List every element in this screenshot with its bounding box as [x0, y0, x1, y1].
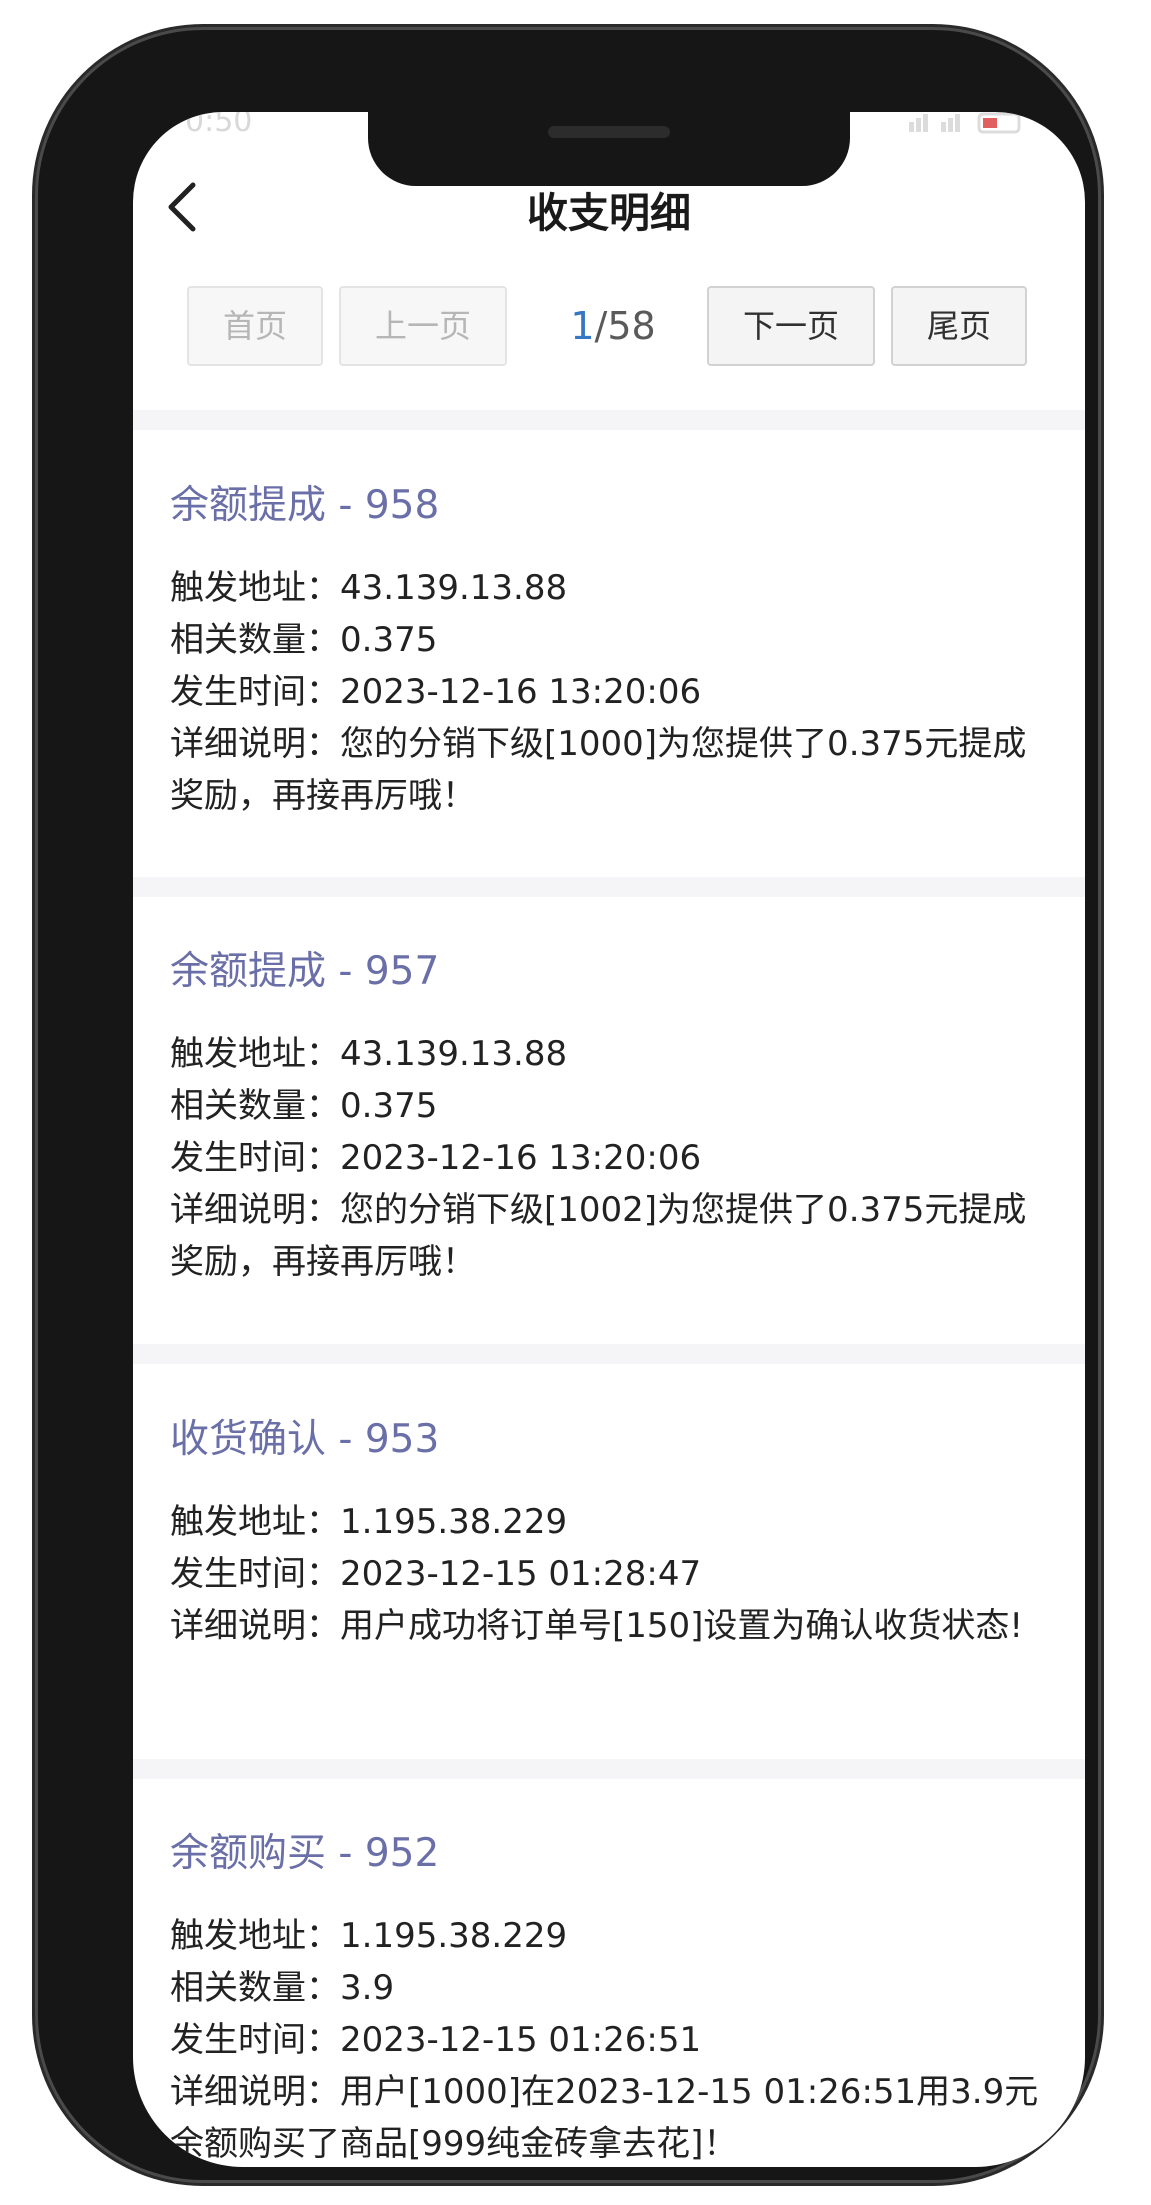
time-label: 发生时间： — [170, 672, 340, 712]
speaker — [548, 126, 670, 138]
first-page-button[interactable]: 首页 — [187, 286, 323, 366]
time-label: 发生时间： — [170, 1138, 340, 1178]
record-title: 余额购买 - 952 — [170, 1831, 440, 1876]
record-title: 余额提成 - 958 — [170, 483, 440, 528]
record-time: 发生时间：2023-12-15 01:26:51 — [170, 2014, 1050, 2066]
detail-label: 详细说明： — [170, 2072, 340, 2112]
page-title: 收支明细 — [527, 189, 691, 237]
record-amount: 相关数量：0.375 — [170, 614, 1050, 666]
address-value: 1.195.38.229 — [340, 1502, 568, 1542]
page-indicator: 1/58 — [553, 286, 673, 366]
phone-frame: 0:50 收支明细 首页 上一页 1/58 下一页 尾页 余额提成 - 958 … — [38, 30, 1098, 2180]
list-item[interactable]: 余额购买 - 952 触发地址：1.195.38.229 相关数量：3.9 发生… — [133, 1822, 1085, 2164]
record-time: 发生时间：2023-12-16 13:20:06 — [170, 1132, 1050, 1184]
detail-label: 详细说明： — [170, 724, 340, 764]
address-value: 1.195.38.229 — [340, 1916, 568, 1956]
list-item[interactable]: 余额提成 - 958 触发地址：43.139.13.88 相关数量：0.375 … — [133, 474, 1085, 816]
address-label: 触发地址： — [170, 1034, 340, 1074]
record-detail: 详细说明：用户成功将订单号[150]设置为确认收货状态! — [170, 1600, 1050, 1652]
record-address: 触发地址：43.139.13.88 — [170, 562, 1050, 614]
status-time: 0:50 — [185, 112, 253, 139]
amount-label: 相关数量： — [170, 1968, 340, 2008]
detail-value: 用户成功将订单号[150]设置为确认收货状态! — [340, 1606, 1024, 1646]
time-label: 发生时间： — [170, 2020, 340, 2060]
detail-label: 详细说明： — [170, 1606, 340, 1646]
address-label: 触发地址： — [170, 1916, 340, 1956]
divider — [133, 1344, 1085, 1364]
record-address: 触发地址：1.195.38.229 — [170, 1910, 1050, 1962]
address-label: 触发地址： — [170, 568, 340, 608]
amount-value: 3.9 — [340, 1968, 395, 2008]
divider — [133, 410, 1085, 430]
record-address: 触发地址：1.195.38.229 — [170, 1496, 1050, 1548]
address-value: 43.139.13.88 — [340, 568, 568, 608]
list-item[interactable]: 余额提成 - 957 触发地址：43.139.13.88 相关数量：0.375 … — [133, 940, 1085, 1282]
amount-label: 相关数量： — [170, 620, 340, 660]
amount-value: 0.375 — [340, 620, 438, 660]
list-item[interactable]: 收货确认 - 953 触发地址：1.195.38.229 发生时间：2023-1… — [133, 1408, 1085, 1708]
record-amount: 相关数量：3.9 — [170, 1962, 1050, 2014]
address-label: 触发地址： — [170, 1502, 340, 1542]
status-icons — [907, 112, 1027, 142]
record-detail: 详细说明：您的分销下级[1002]为您提供了0.375元提成奖励，再接再厉哦！ — [170, 1184, 1050, 1288]
time-value: 2023-12-16 13:20:06 — [340, 1138, 702, 1178]
signal-wifi-battery-icon — [909, 112, 1021, 134]
record-address: 触发地址：43.139.13.88 — [170, 1028, 1050, 1080]
next-page-button[interactable]: 下一页 — [707, 286, 875, 366]
amount-value: 0.375 — [340, 1086, 438, 1126]
screen: 0:50 收支明细 首页 上一页 1/58 下一页 尾页 余额提成 - 958 … — [133, 112, 1085, 2167]
notch — [368, 112, 850, 186]
prev-page-button[interactable]: 上一页 — [339, 286, 507, 366]
record-detail: 详细说明：用户[1000]在2023-12-15 01:26:51用3.9元余额… — [170, 2066, 1050, 2167]
time-label: 发生时间： — [170, 1554, 340, 1594]
current-page: 1 — [570, 304, 595, 348]
time-value: 2023-12-15 01:26:51 — [340, 2020, 702, 2060]
divider — [133, 877, 1085, 897]
record-title: 收货确认 - 953 — [170, 1417, 440, 1462]
record-title: 余额提成 - 957 — [170, 949, 440, 994]
record-detail: 详细说明：您的分销下级[1000]为您提供了0.375元提成奖励，再接再厉哦！ — [170, 718, 1050, 822]
time-value: 2023-12-15 01:28:47 — [340, 1554, 702, 1594]
pagination: 首页 上一页 1/58 下一页 尾页 — [133, 286, 1085, 368]
total-pages: 58 — [607, 304, 656, 348]
last-page-button[interactable]: 尾页 — [891, 286, 1027, 366]
time-value: 2023-12-16 13:20:06 — [340, 672, 702, 712]
record-time: 发生时间：2023-12-16 13:20:06 — [170, 666, 1050, 718]
divider — [133, 1759, 1085, 1779]
page-separator: / — [594, 304, 608, 348]
amount-label: 相关数量： — [170, 1086, 340, 1126]
detail-label: 详细说明： — [170, 1190, 340, 1230]
record-time: 发生时间：2023-12-15 01:28:47 — [170, 1548, 1050, 1600]
address-value: 43.139.13.88 — [340, 1034, 568, 1074]
record-amount: 相关数量：0.375 — [170, 1080, 1050, 1132]
